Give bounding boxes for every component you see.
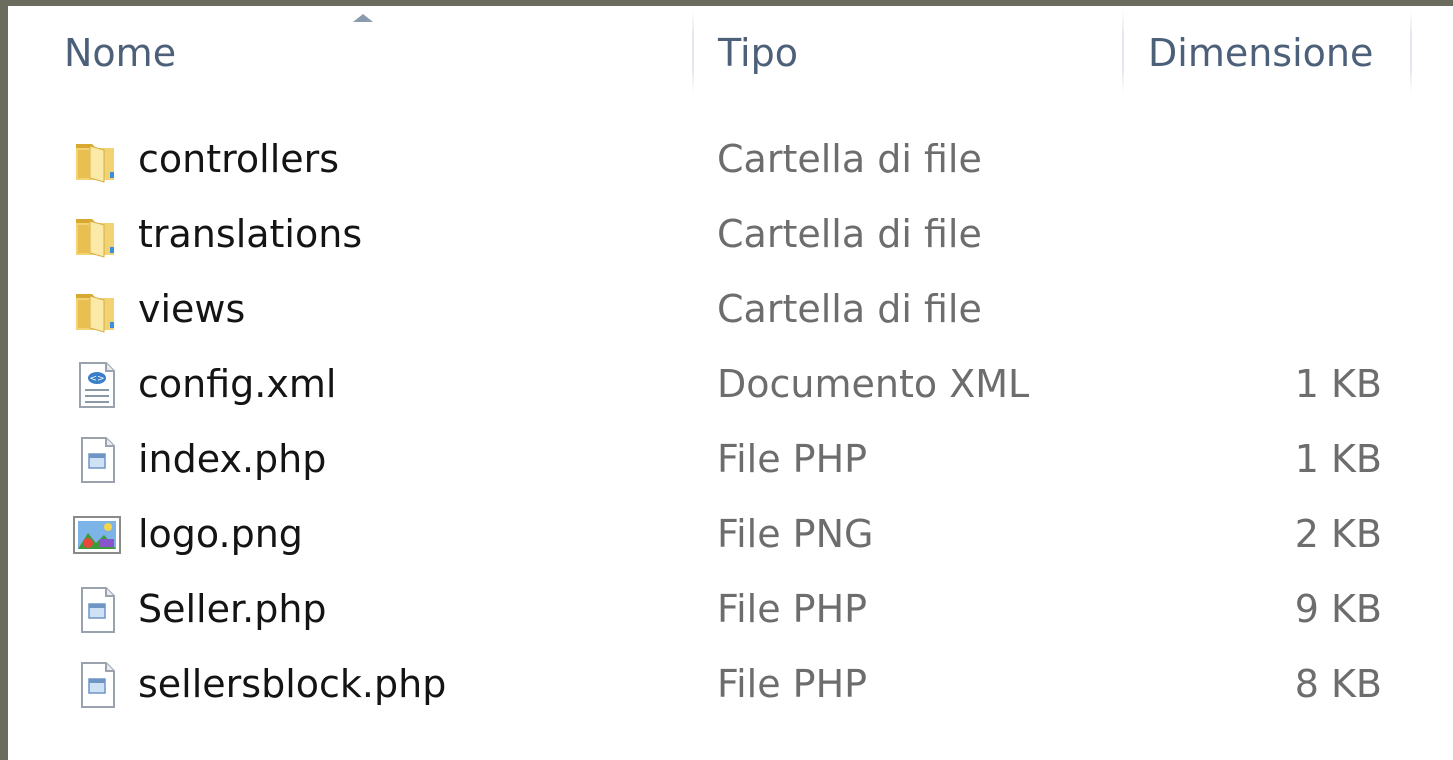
image-file-icon xyxy=(70,509,122,561)
file-size xyxy=(1128,121,1382,196)
file-type: Documento XML xyxy=(717,361,1030,406)
file-row[interactable]: controllers Cartella di file xyxy=(8,121,1448,196)
file-name[interactable]: controllers xyxy=(138,121,339,196)
file-size: 9 KB xyxy=(1294,586,1382,631)
folder-icon xyxy=(70,284,122,336)
file-type: File PHP xyxy=(717,661,868,706)
file-size: 8 KB xyxy=(1294,661,1382,706)
php-file-icon xyxy=(70,659,122,711)
file-size: 1 KB xyxy=(1294,436,1382,481)
file-row[interactable]: logo.png File PNG 2 KB xyxy=(8,496,1448,571)
file-name[interactable]: sellersblock.php xyxy=(138,646,446,721)
file-type: File PHP xyxy=(717,586,868,631)
php-file-icon xyxy=(70,584,122,636)
file-name[interactable]: Seller.php xyxy=(138,571,327,646)
file-row[interactable]: translations Cartella di file xyxy=(8,196,1448,271)
svg-text:<>: <> xyxy=(89,374,104,384)
column-header-name[interactable]: Nome xyxy=(8,6,692,100)
file-row[interactable]: index.php File PHP 1 KB xyxy=(8,421,1448,496)
file-name[interactable]: logo.png xyxy=(138,496,303,571)
file-type: File PNG xyxy=(717,511,874,556)
column-header-bar: Nome Tipo Dimensione xyxy=(8,6,1453,100)
sort-ascending-icon xyxy=(353,14,373,22)
file-type: Cartella di file xyxy=(717,136,982,181)
php-file-icon xyxy=(70,434,122,486)
file-row[interactable]: Seller.php File PHP 9 KB xyxy=(8,571,1448,646)
xml-file-icon: <> xyxy=(70,359,122,411)
file-size xyxy=(1128,271,1382,346)
column-header-size[interactable]: Dimensione xyxy=(1124,6,1410,100)
file-row[interactable]: views Cartella di file xyxy=(8,271,1448,346)
file-name[interactable]: views xyxy=(138,271,245,346)
column-divider[interactable] xyxy=(1410,10,1412,94)
file-rows: controllers Cartella di file translations… xyxy=(8,121,1453,721)
file-name[interactable]: config.xml xyxy=(138,346,336,421)
file-name[interactable]: translations xyxy=(138,196,362,271)
file-row[interactable]: sellersblock.php File PHP 8 KB xyxy=(8,646,1448,721)
file-row[interactable]: <> config.xml Documento XML 1 KB xyxy=(8,346,1448,421)
folder-icon xyxy=(70,209,122,261)
file-type: File PHP xyxy=(717,436,868,481)
file-type: Cartella di file xyxy=(717,286,982,331)
file-type: Cartella di file xyxy=(717,211,982,256)
file-size: 2 KB xyxy=(1294,511,1382,556)
file-size: 1 KB xyxy=(1294,361,1382,406)
file-list-view: Nome Tipo Dimensione controllers Cartella… xyxy=(8,6,1453,760)
file-size xyxy=(1128,196,1382,271)
column-header-type[interactable]: Tipo xyxy=(694,6,1122,100)
file-name[interactable]: index.php xyxy=(138,421,326,496)
folder-icon xyxy=(70,134,122,186)
